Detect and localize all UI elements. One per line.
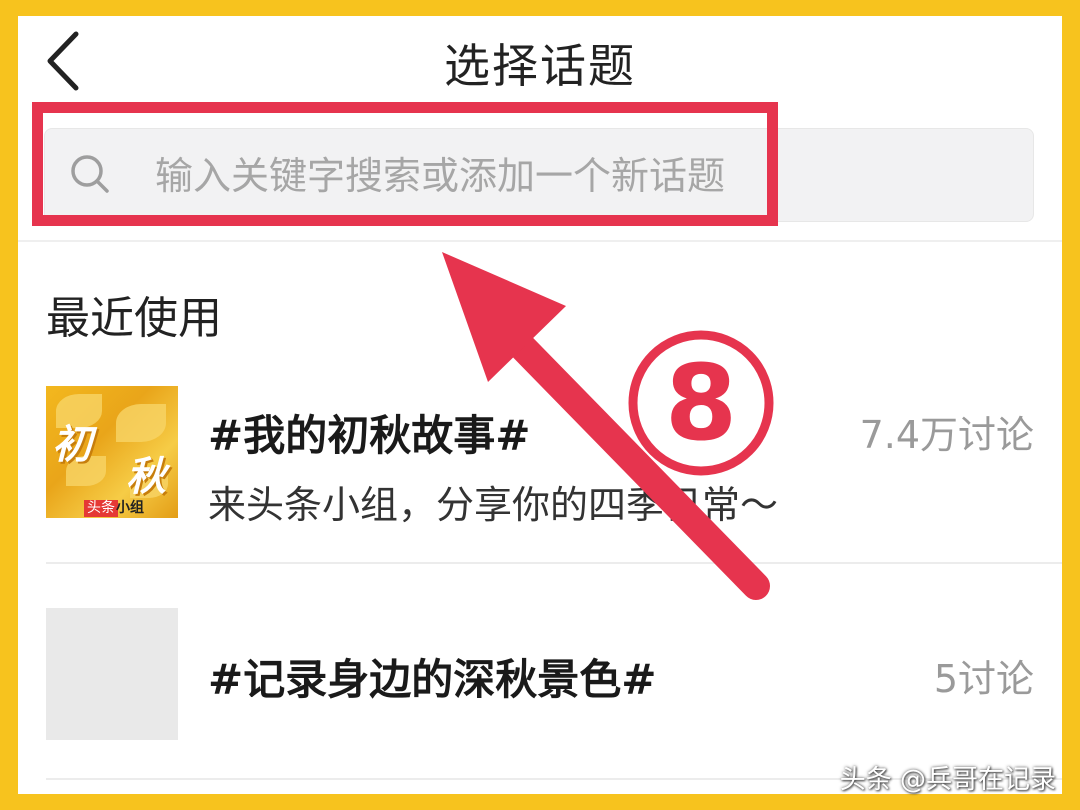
divider xyxy=(18,240,1062,242)
divider xyxy=(46,562,1062,564)
phone-screen: 选择话题 最近使用 初 秋 头条 小组 #我的初秋故事# 7.4万讨论 来头条小… xyxy=(18,16,1062,794)
watermark: 头条 @兵哥在记录 xyxy=(839,765,1056,795)
topic-item[interactable]: 初 秋 头条 小组 #我的初秋故事# 7.4万讨论 来头条小组，分享你的四季日常… xyxy=(18,382,1062,560)
thumbnail-badge: 头条 xyxy=(84,500,118,517)
topic-count: 7.4万讨论 xyxy=(859,413,1034,457)
topic-count: 5讨论 xyxy=(933,657,1034,701)
topic-description: 来头条小组，分享你的四季日常～ xyxy=(208,483,779,527)
section-title-recent: 最近使用 xyxy=(46,293,222,344)
thumbnail-text: 秋 xyxy=(126,454,166,500)
top-bar: 选择话题 xyxy=(18,16,1062,106)
topic-title: #记录身边的深秋景色# xyxy=(208,655,657,704)
search-bar[interactable] xyxy=(44,128,1034,223)
topic-title: #我的初秋故事# xyxy=(208,411,531,460)
topic-item[interactable]: #记录身边的深秋景色# 5讨论 xyxy=(18,606,1062,746)
topic-thumbnail xyxy=(46,608,178,740)
topic-thumbnail: 初 秋 头条 小组 xyxy=(46,386,178,518)
page-title: 选择话题 xyxy=(444,39,636,93)
thumbnail-badge: 小组 xyxy=(116,500,144,516)
search-icon xyxy=(71,155,109,193)
thumbnail-text: 初 xyxy=(52,422,92,468)
step-number: 8 xyxy=(664,342,738,464)
search-input[interactable] xyxy=(155,129,1015,223)
